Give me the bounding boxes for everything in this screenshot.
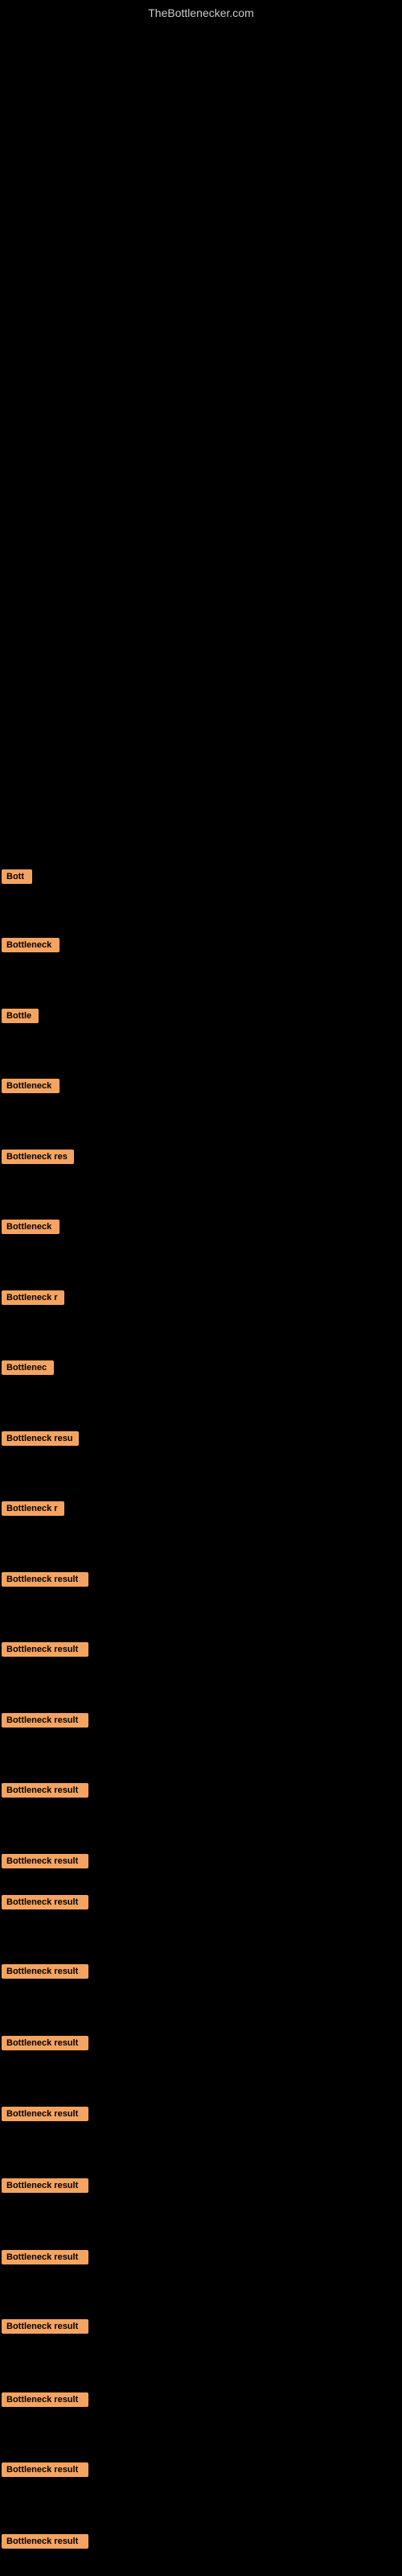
bottleneck-result-label: Bottleneck r: [2, 1290, 64, 1305]
bottleneck-result-label: Bottleneck result: [2, 1854, 88, 1868]
bottleneck-result-label: Bottleneck res: [2, 1150, 74, 1164]
bottleneck-result-label: Bottleneck r: [2, 1501, 64, 1516]
bottleneck-result-label: Bottleneck result: [2, 1642, 88, 1657]
site-title: TheBottlenecker.com: [148, 6, 254, 19]
bottleneck-result-label: Bottleneck result: [2, 2036, 88, 2050]
bottleneck-result-label: Bottleneck result: [2, 2107, 88, 2121]
bottleneck-result-label: Bottleneck result: [2, 2534, 88, 2549]
bottleneck-result-label: Bottleneck result: [2, 1895, 88, 1909]
bottleneck-result-label: Bottleneck result: [2, 1572, 88, 1587]
bottleneck-result-label: Bottleneck result: [2, 1713, 88, 1728]
bottleneck-result-label: Bottleneck result: [2, 1783, 88, 1798]
bottleneck-result-label: Bottleneck: [2, 938, 59, 952]
bottleneck-result-label: Bottleneck result: [2, 2178, 88, 2193]
bottleneck-result-label: Bottlenec: [2, 1360, 54, 1375]
bottleneck-result-label: Bottleneck result: [2, 2462, 88, 2477]
bottleneck-result-label: Bottleneck: [2, 1079, 59, 1093]
bottleneck-result-label: Bottleneck result: [2, 2392, 88, 2407]
bottleneck-result-label: Bottleneck result: [2, 2250, 88, 2264]
bottleneck-result-label: Bottleneck resu: [2, 1431, 79, 1446]
bottleneck-result-label: Bottleneck: [2, 1220, 59, 1234]
bottleneck-result-label: Bott: [2, 869, 32, 884]
bottleneck-result-label: Bottleneck result: [2, 1964, 88, 1979]
bottleneck-result-label: Bottle: [2, 1009, 39, 1023]
bottleneck-result-label: Bottleneck result: [2, 2319, 88, 2334]
